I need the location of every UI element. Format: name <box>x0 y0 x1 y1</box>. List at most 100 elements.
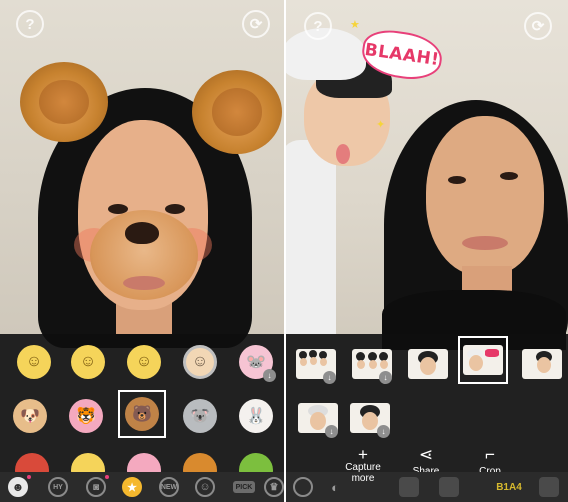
tab-emoji[interactable]: ☺ <box>193 475 217 499</box>
category-bar: ◐ B1A4 <box>286 472 568 502</box>
tab-boy-2[interactable] <box>436 476 462 498</box>
tab-boy-1[interactable] <box>396 476 422 498</box>
share-icon: ⋖ <box>418 445 434 464</box>
sticker-panel: ☺ ☺ ☺ ☺ 🐭 ↓ 🐶 🐯 🐻 🐨 🐰 <box>0 334 284 472</box>
sticker-partial-4[interactable] <box>178 452 222 472</box>
partial-sticker-icon <box>71 453 105 472</box>
sticker-pink-lion[interactable]: 🐯 <box>64 396 108 436</box>
flip-camera-icon[interactable]: ⟳ <box>242 10 270 38</box>
sticker-member-face[interactable] <box>406 344 450 384</box>
face-tab-icon: ☻ <box>8 477 28 497</box>
sticker-group-photo[interactable]: ↓ <box>294 344 338 384</box>
download-icon: ↓ <box>377 425 390 438</box>
sticker-partial-5[interactable] <box>234 452 278 472</box>
camera-preview: ? ⟳ <box>0 0 284 348</box>
sticker-member-dark[interactable]: ↓ <box>348 398 392 438</box>
partial-sticker-icon <box>127 453 161 472</box>
tab-more[interactable]: ♛ <box>262 475 284 499</box>
sticker-blaah-boy[interactable] <box>461 340 505 380</box>
member-face-thumb <box>408 349 448 379</box>
right-screen: BLAAH! ★ ✦ ? ⟳ ↓ ↓ ↓ ↓ + ⋖ ⌐ ◐ B1A4 Capt… <box>286 0 568 502</box>
tab-face[interactable]: ☻ <box>6 475 31 499</box>
download-icon: ↓ <box>323 371 336 384</box>
sticker-brown-bear[interactable]: 🐻 <box>120 394 164 434</box>
pick-tab-icon: PICK <box>232 481 256 493</box>
white-rabbit-icon: 🐰 <box>239 399 273 433</box>
sticker-face-swap-right[interactable]: ☺ <box>122 342 166 382</box>
eye <box>448 176 466 184</box>
sticker-puppy-heart[interactable]: 🐶 <box>8 396 52 436</box>
tongue <box>336 144 350 164</box>
pink-lion-icon: 🐯 <box>69 399 103 433</box>
boy-tab-icon <box>439 477 459 497</box>
help-icon[interactable]: ? <box>16 10 44 38</box>
puppy-heart-icon: 🐶 <box>13 399 47 433</box>
bear-ear-left <box>20 62 108 142</box>
tab-pick[interactable]: PICK <box>229 475 259 499</box>
eye <box>165 204 185 214</box>
sticker-grandma-face[interactable]: ☺ <box>178 342 222 382</box>
camera-preview: BLAAH! ★ ✦ ? ⟳ <box>286 0 568 350</box>
camera-swap-face-icon: ☺ <box>17 345 51 379</box>
tab-camera[interactable]: ◙ <box>84 475 109 499</box>
tab-face[interactable] <box>290 476 316 498</box>
download-icon: ↓ <box>325 425 338 438</box>
capture-more-label: Capture more <box>345 462 381 484</box>
partial-sticker-icon <box>239 453 273 472</box>
hot-star-icon: ★ <box>122 477 142 497</box>
eye <box>500 172 518 180</box>
hy-tab-icon: HY <box>48 477 68 497</box>
tab-hot[interactable]: ★ <box>120 475 144 499</box>
sticker-partial-3[interactable] <box>122 452 166 472</box>
help-icon[interactable]: ? <box>304 12 332 40</box>
member-wink-thumb <box>522 349 562 379</box>
left-screen: ? ⟳ ☺ ☺ ☺ ☺ 🐭 ↓ 🐶 🐯 🐻 🐨 🐰 ☻ HY ◙ ★ NEW ☺… <box>0 0 284 502</box>
sticker-partial-1[interactable] <box>10 452 54 472</box>
more-tab-icon <box>539 477 559 497</box>
lips <box>462 236 508 250</box>
sticker-partial-2[interactable] <box>66 452 110 472</box>
face-tab-icon <box>293 477 313 497</box>
flip-camera-icon[interactable]: ⟳ <box>524 12 552 40</box>
sticker-member-cap[interactable]: ↓ <box>296 398 340 438</box>
sparkle-icon: ✦ <box>376 119 386 131</box>
partial-sticker-icon <box>183 453 217 472</box>
sticker-face-swap-left[interactable]: ☺ <box>66 342 110 382</box>
face-swap-right-icon: ☺ <box>127 345 161 379</box>
bear-ear-right <box>192 70 282 154</box>
capture-more-label-wrap[interactable]: Capture more <box>333 462 393 484</box>
tab-new[interactable]: NEW <box>157 475 181 499</box>
blaah-boy-thumb <box>463 345 503 375</box>
sticker-camera-swap-face[interactable]: ☺ <box>12 342 56 382</box>
crop-icon: ⌐ <box>485 445 495 464</box>
b1a4-logo: B1A4 <box>496 481 522 493</box>
sticker-white-rabbit[interactable]: 🐰 <box>234 396 278 436</box>
new-tab-icon: NEW <box>159 477 179 497</box>
face-swap-left-icon: ☺ <box>71 345 105 379</box>
flip-glyph: ⟳ <box>531 18 545 35</box>
emoji-tab-icon: ☺ <box>195 477 215 497</box>
sparkle-icon: ★ <box>350 19 360 31</box>
grandma-face-icon: ☺ <box>183 345 217 379</box>
brown-bear-icon: 🐻 <box>125 397 159 431</box>
download-icon: ↓ <box>263 369 276 382</box>
partial-sticker-icon <box>15 453 49 472</box>
tab-more[interactable] <box>536 476 562 498</box>
blaah-text: BLAAH! <box>363 39 441 71</box>
sticker-members-row[interactable]: ↓ <box>350 344 394 384</box>
camera-tab-icon: ◙ <box>86 477 106 497</box>
sticker-member-wink[interactable] <box>520 344 564 384</box>
new-dot <box>27 475 31 479</box>
bear-nose <box>125 222 159 244</box>
lips <box>123 276 165 290</box>
sticker-koala[interactable]: 🐨 <box>178 396 222 436</box>
more-tab-icon: ♛ <box>264 477 284 497</box>
koala-icon: 🐨 <box>183 399 217 433</box>
category-bar: ☻ HY ◙ ★ NEW ☺ PICK ♛ <box>0 472 284 502</box>
tab-hy[interactable]: HY <box>46 475 70 499</box>
new-dot <box>105 475 109 479</box>
help-glyph: ? <box>313 17 323 35</box>
sticker-pink-mouse[interactable]: 🐭 ↓ <box>234 342 278 382</box>
boy-body <box>286 140 336 334</box>
tab-b1a4[interactable]: B1A4 <box>492 476 526 498</box>
